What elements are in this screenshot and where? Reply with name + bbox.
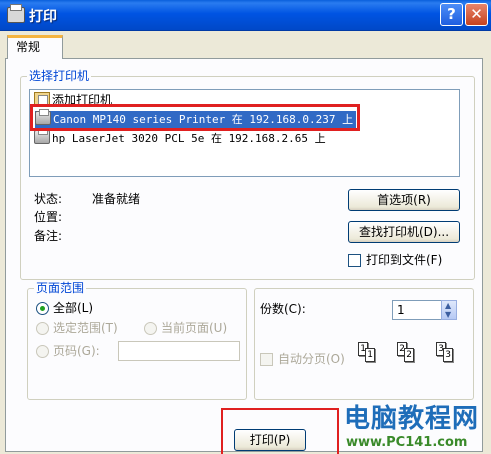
collate-checkbox[interactable] <box>260 353 273 366</box>
all-pages-radio[interactable] <box>36 302 49 315</box>
help-button[interactable]: ? <box>440 3 463 26</box>
preferences-button[interactable]: 首选项(R) <box>348 189 460 211</box>
printer-item-label: hp LaserJet 3020 PCL 5e 在 192.168.2.65 上 <box>52 132 326 145</box>
collate-label: 自动分页(O) <box>278 352 345 366</box>
copies-label: 份数(C): <box>260 302 306 316</box>
print-button[interactable]: 打印(P) <box>234 429 306 451</box>
spin-up-icon[interactable]: ▲ <box>445 302 451 310</box>
watermark-url: www.PC141.com <box>346 435 468 450</box>
printer-icon <box>7 4 25 23</box>
print-to-file-label: 打印到文件(F) <box>366 253 443 267</box>
close-button[interactable]: ✕ <box>465 3 488 26</box>
page-num: 1 <box>365 348 375 362</box>
window-title: 打印 <box>29 9 57 25</box>
pages-label: 页码(G): <box>53 344 100 358</box>
status-value: 准备就绪 <box>92 192 141 206</box>
printer-item-hp[interactable]: hp LaserJet 3020 PCL 5e 在 192.168.2.65 上 <box>34 128 326 147</box>
all-pages-label: 全部(L) <box>53 301 94 315</box>
copies-value: 1 <box>397 303 405 317</box>
page-num: 3 <box>443 348 453 362</box>
title-bar: 打印 ? ✕ <box>0 0 491 31</box>
copies-input[interactable]: 1 <box>392 300 442 320</box>
watermark-title: 电脑教程网 <box>344 404 480 434</box>
comment-label: 备注: <box>34 229 63 243</box>
selection-radio[interactable] <box>36 322 49 335</box>
current-page-radio[interactable] <box>144 322 157 335</box>
status-label: 状态: <box>34 192 63 206</box>
spin-down-icon[interactable]: ▼ <box>445 311 451 319</box>
page-range-legend: 页面范围 <box>34 281 87 295</box>
tab-general[interactable]: 常规 <box>7 35 63 59</box>
watermark: 电脑教程网 www.PC141.com <box>344 404 491 454</box>
selection-label: 选定范围(T) <box>53 321 118 335</box>
find-printer-button[interactable]: 查找打印机(D)... <box>348 221 460 243</box>
current-page-label: 当前页面(U) <box>161 321 228 335</box>
highlight-box <box>30 104 360 131</box>
pages-input[interactable] <box>118 341 240 361</box>
printer-icon <box>34 128 50 144</box>
print-to-file-checkbox[interactable] <box>348 254 361 267</box>
printer-list[interactable]: 添加打印机 Canon MP140 series Printer 在 192.1… <box>29 89 460 177</box>
page-num: 2 <box>404 348 414 362</box>
copies-spinner[interactable]: ▲ ▼ <box>441 300 457 320</box>
pages-radio[interactable] <box>36 345 49 358</box>
printer-group-legend: 选择打印机 <box>27 69 92 83</box>
location-label: 位置: <box>34 210 63 224</box>
